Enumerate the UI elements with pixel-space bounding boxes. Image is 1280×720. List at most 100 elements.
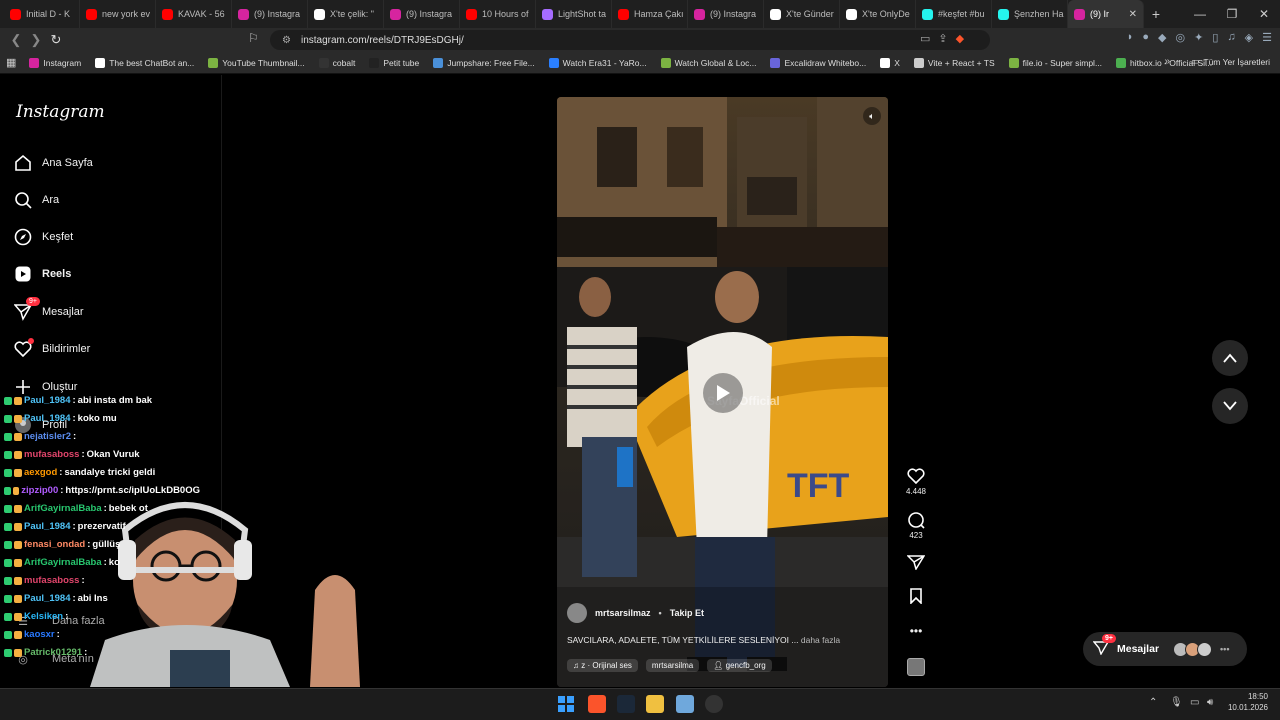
bookmark-item[interactable]: file.io - Super simpl... [1002, 57, 1109, 68]
cast-icon[interactable]: ▭ [920, 32, 930, 45]
clock[interactable]: 18:50 10.01.2026 [1228, 691, 1268, 713]
browser-tab[interactable]: 10 Hours of [460, 0, 536, 28]
bookmark-item[interactable]: Jumpshare: Free File... [426, 57, 541, 68]
extension-icon-2[interactable]: ● [1142, 31, 1149, 44]
chat-username: zipzip00 [21, 485, 59, 496]
sidebar-item-search[interactable]: Ara [14, 191, 59, 209]
bookmarks-overflow-icon[interactable]: » [1164, 56, 1170, 67]
chat-text: abi Ins [77, 593, 108, 604]
obs-taskbar-icon[interactable] [705, 695, 723, 713]
new-tab-button[interactable]: + [1144, 6, 1168, 22]
network-icon[interactable]: ▭ [1190, 697, 1199, 708]
back-button[interactable]: ❮ [6, 32, 26, 48]
extensions-puzzle-icon[interactable]: ✦ [1194, 31, 1203, 44]
tag-chip-1[interactable]: mrtsarsilma [645, 659, 700, 672]
browser-tab[interactable]: Initial D - K [4, 0, 80, 28]
reel-video[interactable]: TFT SayfaOfficial 🔈︎ mrtsarsilmaz • Taki… [557, 97, 888, 687]
minimize-button[interactable]: — [1184, 0, 1216, 28]
maximize-button[interactable]: ❐ [1216, 0, 1248, 28]
browser-tab[interactable]: LightShot ta [536, 0, 612, 28]
sidebar-item-compass[interactable]: Keşfet [14, 228, 73, 246]
volume-icon[interactable]: 🔊︎ [1207, 697, 1213, 708]
browser-tab[interactable]: X'te Günder [764, 0, 840, 28]
sidebar-item-home[interactable]: Ana Sayfa [14, 154, 93, 172]
comment-button[interactable]: 423 [904, 511, 928, 540]
browser-tab[interactable]: (9) Instagra [232, 0, 308, 28]
sidebar-item-reels[interactable]: Reels [14, 265, 71, 283]
author-username[interactable]: mrtsarsilmaz [595, 608, 651, 618]
windows-start-icon[interactable] [558, 696, 576, 714]
bookmark-item[interactable]: Watch Era31 - YaRo... [542, 57, 654, 68]
sidebar-item-messages[interactable]: 9+ Mesajlar [14, 297, 84, 321]
bookmark-page-icon[interactable]: ⚐ [248, 31, 259, 45]
chat-badge-icon [14, 523, 22, 531]
app-taskbar-icon[interactable] [676, 695, 694, 713]
address-bar[interactable]: ⚙ instagram.com/reels/DTRJ9EsDGHj/ [270, 30, 990, 50]
next-reel-button[interactable] [1212, 388, 1248, 424]
chat-separator: : [103, 557, 107, 568]
save-button[interactable] [904, 588, 928, 604]
steam-taskbar-icon[interactable] [617, 695, 635, 713]
share-button[interactable] [904, 554, 928, 570]
browser-tab[interactable]: (9) Ir ✕ [1068, 0, 1144, 28]
tab-favicon-icon [238, 8, 249, 20]
play-button[interactable] [703, 373, 743, 413]
browser-tab[interactable]: #keşfet #bu [916, 0, 992, 28]
bookmark-item[interactable]: Excalidraw Whitebo... [763, 57, 873, 68]
tab-label: (9) Instagra [710, 9, 757, 19]
bookmark-item[interactable]: X [873, 57, 907, 68]
browser-tab[interactable]: Şenzhen Ha [992, 0, 1068, 28]
messages-pill-icon: 9+ [1092, 633, 1116, 658]
extension-icon-4[interactable]: ◎ [1176, 31, 1186, 44]
bookmark-label: Excalidraw Whitebo... [784, 57, 867, 68]
bookmark-item[interactable]: Instagram [22, 57, 88, 68]
bookmark-item[interactable]: YouTube Thumbnail... [201, 57, 311, 68]
microphone-icon[interactable]: 🎙︎ [1170, 697, 1183, 708]
browser-tab[interactable]: (9) Instagra [688, 0, 764, 28]
browser-tab[interactable]: X'te OnlyDe [840, 0, 916, 28]
browser-tab[interactable]: (9) Instagra [384, 0, 460, 28]
browser-tab[interactable]: new york ev [80, 0, 156, 28]
sidebar-item-heart[interactable]: Bildirimler [14, 338, 90, 358]
caption-more-link[interactable]: daha fazla [801, 635, 840, 645]
audio-thumbnail[interactable] [904, 658, 928, 676]
brave-shield-icon[interactable]: ◆ [956, 32, 964, 45]
file-explorer-icon[interactable] [646, 695, 664, 713]
extension-icon-3[interactable]: ◆ [1158, 31, 1166, 44]
previous-reel-button[interactable] [1212, 340, 1248, 376]
menu-icon[interactable]: ☰ [1262, 31, 1272, 44]
instagram-logo[interactable]: Instagram [16, 102, 105, 122]
more-options-button[interactable]: ••• [904, 624, 928, 638]
brave-taskbar-icon[interactable] [588, 695, 606, 713]
like-button[interactable]: 4.448 [904, 468, 928, 496]
chat-message: aexgod : sandalye tricki geldi [0, 464, 200, 482]
share-icon[interactable]: ⇪ [938, 32, 947, 45]
mute-button[interactable]: 🔈︎ [863, 107, 881, 125]
browser-tab[interactable]: KAVAK - 56 [156, 0, 232, 28]
audio-chip[interactable]: ♫ z · Orijinal ses [567, 659, 638, 672]
bookmark-item[interactable]: Petit tube [362, 57, 426, 68]
site-info-icon[interactable]: ⚙ [282, 35, 291, 46]
tray-overflow-icon[interactable]: ⌃ [1149, 697, 1157, 708]
sidebar-icon[interactable]: ▯ [1212, 31, 1218, 44]
follow-button[interactable]: Takip Et [670, 608, 704, 618]
bookmark-item[interactable]: The best ChatBot an... [88, 57, 201, 68]
apps-grid-icon[interactable]: ▦ [6, 56, 22, 69]
forward-button[interactable]: ❯ [26, 32, 46, 48]
browser-tab-bar: Initial D - K new york ev KAVAK - 56 (9) In… [0, 0, 1280, 28]
music-icon[interactable]: ♫ [1227, 31, 1235, 44]
close-window-button[interactable]: ✕ [1248, 0, 1280, 28]
browser-tab[interactable]: Hamza Çakı [612, 0, 688, 28]
reload-button[interactable]: ↻ [46, 32, 66, 48]
bookmark-item[interactable]: Watch Global & Loc... [654, 57, 764, 68]
all-bookmarks-button[interactable]: ▭ Tüm Yer İşaretleri [1191, 56, 1270, 67]
bookmark-item[interactable]: Vite + React + TS [907, 57, 1002, 68]
extension-icon-1[interactable]: ◗ [1127, 31, 1134, 44]
tag-chip-2[interactable]: 👤︎ gencfb_org [707, 659, 772, 672]
vpn-icon[interactable]: ◈ [1245, 31, 1253, 44]
browser-tab[interactable]: X'te çelik: " [308, 0, 384, 28]
close-tab-icon[interactable]: ✕ [1129, 9, 1137, 20]
messages-pill[interactable]: 9+ Mesajlar ••• [1083, 632, 1247, 666]
author-avatar[interactable] [567, 603, 587, 623]
bookmark-item[interactable]: cobalt [312, 57, 363, 68]
